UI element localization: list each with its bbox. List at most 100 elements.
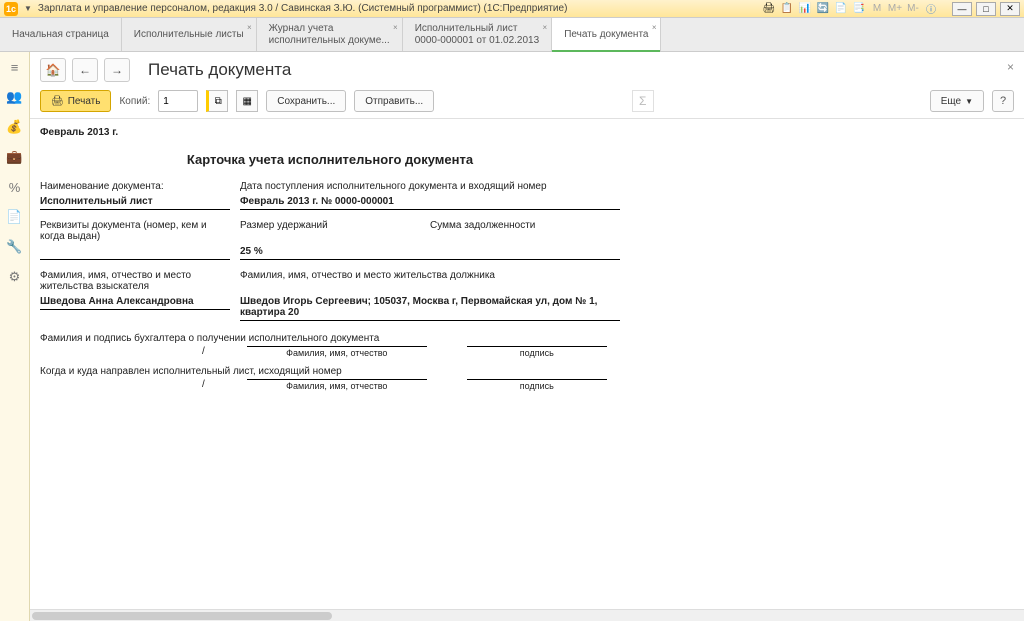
- info-icon[interactable]: ⓘ: [924, 2, 938, 16]
- sidebar-money-icon[interactable]: 💰: [6, 118, 24, 136]
- field4a-value: 25 %: [240, 246, 620, 260]
- slash: /: [200, 379, 207, 391]
- tab-close-icon[interactable]: ×: [247, 22, 252, 34]
- sidebar: ≡ 👥 💰 💼 % 📄 🔧 ⚙: [0, 52, 30, 621]
- sidebar-people-icon[interactable]: 👥: [6, 88, 24, 106]
- tab-label: Исполнительный лист: [415, 23, 539, 35]
- tab-writ-doc[interactable]: Исполнительный лист 0000-000001 от 01.02…: [403, 18, 552, 51]
- sig2-line: / Фамилия, имя, отчество подпись: [200, 379, 620, 391]
- maximize-button[interactable]: □: [976, 2, 996, 16]
- sidebar-wrench-icon[interactable]: 🔧: [6, 238, 24, 256]
- slash: /: [200, 346, 207, 358]
- content-area: 🏠 ← → Печать документа × 🖨 Печать Копий:…: [30, 52, 1024, 621]
- tab-close-icon[interactable]: ×: [393, 22, 398, 34]
- save-button[interactable]: Сохранить...: [266, 90, 346, 112]
- tab-label2: 0000-000001 от 01.02.2013: [415, 35, 539, 47]
- field5-value: Шведова Анна Александровна: [40, 296, 230, 310]
- main-area: ≡ 👥 💰 💼 % 📄 🔧 ⚙ 🏠 ← → Печать документа ×…: [0, 52, 1024, 621]
- field1-label: Наименование документа:: [40, 181, 240, 192]
- toolbar-icon-4[interactable]: 🔄: [816, 2, 830, 16]
- sig-sign: подпись: [467, 346, 607, 358]
- toolbar-icon-1[interactable]: 🖨: [762, 2, 776, 16]
- app-icon: 1c: [4, 2, 18, 16]
- header-row: 🏠 ← → Печать документа ×: [30, 52, 1024, 86]
- send-label: Отправить...: [365, 96, 423, 107]
- field5-label: Фамилия, имя, отчество и место жительств…: [40, 270, 240, 292]
- toolbar-icon-5[interactable]: 📄: [834, 2, 848, 16]
- help-button[interactable]: ?: [992, 90, 1014, 112]
- more-label: Еще: [941, 96, 961, 107]
- sidebar-percent-icon[interactable]: %: [6, 178, 24, 196]
- window-titlebar: 1c ▼ Зарплата и управление персоналом, р…: [0, 0, 1024, 18]
- tab-print[interactable]: Печать документа ×: [552, 18, 661, 51]
- sidebar-doc-icon[interactable]: 📄: [6, 208, 24, 226]
- print-button[interactable]: 🖨 Печать: [40, 90, 111, 112]
- back-button[interactable]: ←: [72, 58, 98, 82]
- document: Февраль 2013 г. Карточка учета исполните…: [40, 127, 620, 391]
- sig1-line: / Фамилия, имя, отчество подпись: [200, 346, 620, 358]
- close-window-button[interactable]: ✕: [1000, 2, 1020, 16]
- sigma-button[interactable]: Σ: [632, 90, 654, 112]
- sidebar-case-icon[interactable]: 💼: [6, 148, 24, 166]
- print-icon: 🖨: [51, 96, 64, 107]
- doc-row-1: Наименование документа: Дата поступления…: [40, 181, 620, 192]
- toolbar-icon-3[interactable]: 📊: [798, 2, 812, 16]
- forward-button[interactable]: →: [104, 58, 130, 82]
- page-close-icon[interactable]: ×: [1007, 60, 1014, 74]
- toolbar-icon-2[interactable]: 📋: [780, 2, 794, 16]
- copies-input[interactable]: [158, 90, 198, 112]
- field3-label: Реквизиты документа (номер, кем и когда …: [40, 220, 240, 242]
- field4a-label: Размер удержаний: [240, 220, 430, 242]
- tab-close-icon[interactable]: ×: [652, 22, 657, 34]
- tab-home[interactable]: Начальная страница: [0, 18, 122, 51]
- spacer-icon: [942, 2, 948, 16]
- tab-bar: Начальная страница Исполнительные листы …: [0, 18, 1024, 52]
- titlebar-dropdown-icon[interactable]: ▼: [24, 4, 32, 13]
- field2-label: Дата поступления исполнительного докумен…: [240, 181, 620, 192]
- m-icon-3[interactable]: M-: [906, 2, 920, 16]
- sig-fio: Фамилия, имя, отчество: [247, 379, 427, 391]
- copies-label: Копий:: [119, 96, 150, 107]
- chevron-down-icon: ▼: [965, 97, 973, 106]
- tab-label: Печать документа: [564, 29, 648, 41]
- tab-journal[interactable]: Журнал учета исполнительных докуме... ×: [257, 18, 403, 51]
- doc-row-2v: 25 %: [40, 246, 620, 266]
- more-button[interactable]: Еще ▼: [930, 90, 984, 112]
- home-button[interactable]: 🏠: [40, 58, 66, 82]
- doc-row-1v: Исполнительный лист Февраль 2013 г. № 00…: [40, 196, 620, 216]
- window-title: Зарплата и управление персоналом, редакц…: [38, 3, 762, 14]
- sidebar-gear-icon[interactable]: ⚙: [6, 268, 24, 286]
- field6-value: Шведов Игорь Сергеевич; 105037, Москва г…: [240, 296, 620, 321]
- field3-value: [40, 246, 230, 260]
- sig-sign: подпись: [467, 379, 607, 391]
- doc-period: Февраль 2013 г.: [40, 127, 620, 138]
- send-button[interactable]: Отправить...: [354, 90, 434, 112]
- tab-label2: исполнительных докуме...: [269, 35, 390, 47]
- copies-template-button[interactable]: ▦: [236, 90, 258, 112]
- doc-row-3v: Шведова Анна Александровна Шведов Игорь …: [40, 296, 620, 327]
- scrollbar-thumb[interactable]: [32, 612, 332, 620]
- save-label: Сохранить...: [277, 96, 335, 107]
- tab-label: Начальная страница: [12, 29, 109, 41]
- print-label: Печать: [68, 96, 101, 107]
- titlebar-right-icons: 🖨 📋 📊 🔄 📄 📑 M M+ M- ⓘ — □ ✕: [762, 2, 1020, 16]
- tab-label: Исполнительные листы: [134, 29, 244, 41]
- copies-up-button[interactable]: ⧉: [206, 90, 228, 112]
- field2-value: Февраль 2013 г. № 0000-000001: [240, 196, 620, 210]
- horizontal-scrollbar[interactable]: [30, 609, 1024, 621]
- m-icon-1[interactable]: M: [870, 2, 884, 16]
- toolbar-icon-6[interactable]: 📑: [852, 2, 866, 16]
- minimize-button[interactable]: —: [952, 2, 972, 16]
- tab-writs[interactable]: Исполнительные листы ×: [122, 18, 257, 51]
- document-area[interactable]: Февраль 2013 г. Карточка учета исполните…: [30, 119, 1024, 609]
- field6-label: Фамилия, имя, отчество и место жительств…: [240, 270, 620, 292]
- field4b-label: Сумма задолженности: [430, 220, 620, 242]
- tab-close-icon[interactable]: ×: [543, 22, 548, 34]
- m-icon-2[interactable]: M+: [888, 2, 902, 16]
- field1-value: Исполнительный лист: [40, 196, 230, 210]
- sidebar-menu-icon[interactable]: ≡: [6, 58, 24, 76]
- doc-heading: Карточка учета исполнительного документа: [40, 152, 620, 167]
- doc-row-2: Реквизиты документа (номер, кем и когда …: [40, 220, 620, 242]
- sig1-label: Фамилия и подпись бухгалтера о получении…: [40, 333, 620, 344]
- sig-fio: Фамилия, имя, отчество: [247, 346, 427, 358]
